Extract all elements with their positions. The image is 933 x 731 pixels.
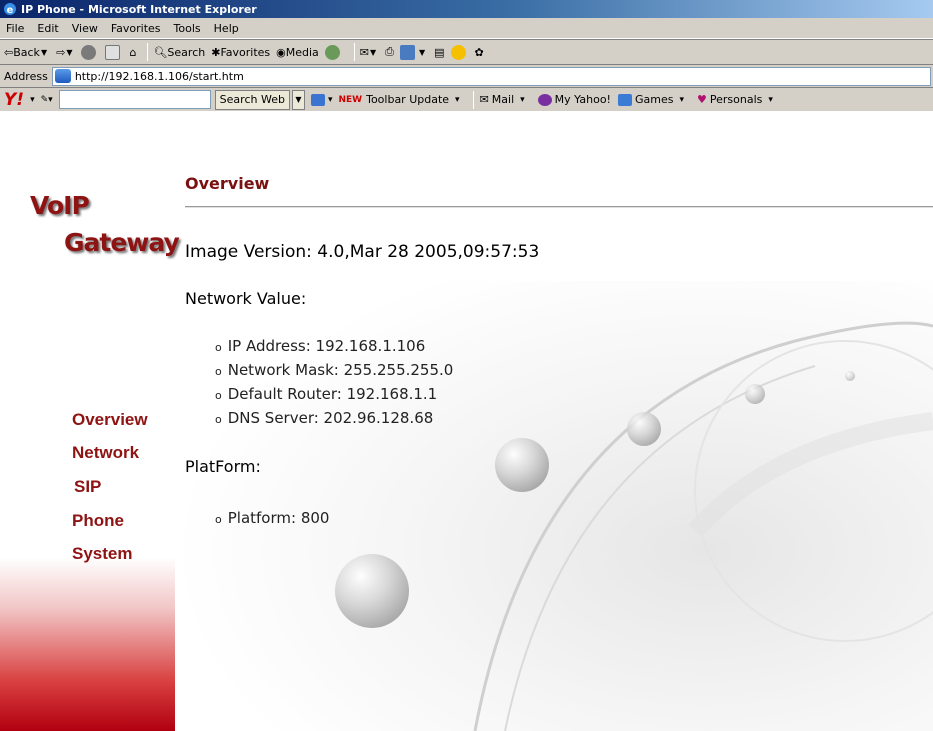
- search-button[interactable]: 🔍︎ Search: [153, 46, 205, 59]
- refresh-icon: [105, 44, 121, 60]
- pencil-icon[interactable]: ✎▾: [41, 95, 53, 105]
- address-label: Address: [4, 69, 48, 83]
- toolbar-separator: [147, 43, 149, 61]
- menu-favorites[interactable]: Favorites: [111, 22, 161, 35]
- history-button[interactable]: [324, 44, 343, 60]
- chevron-down-icon: ▼: [40, 47, 48, 57]
- favorites-button[interactable]: ✱ Favorites: [211, 46, 270, 59]
- yahoo-logo-icon[interactable]: Y!: [4, 90, 24, 110]
- platform-list: o Platform: 800: [215, 506, 329, 530]
- menu-bar: File Edit View Favorites Tools Help: [0, 18, 933, 39]
- chevron-down-icon: ▾: [768, 94, 773, 105]
- layout-icon: [310, 93, 325, 106]
- forward-button[interactable]: ⇨ ▼: [56, 46, 75, 59]
- title-divider: [185, 206, 933, 208]
- toolbar-separator: [353, 43, 355, 61]
- toolbar-update-button[interactable]: ▾ NEW Toolbar Update ▾: [310, 93, 466, 106]
- navigation-toolbar: ⇦ Back ▼ ⇨ ▼ ⌂ 🔍︎ Search ✱ Favorites ◉ M…: [0, 39, 933, 64]
- chevron-down-icon: ▼: [370, 47, 377, 57]
- personals-button[interactable]: ♥ Personals ▾: [697, 93, 779, 106]
- menu-file[interactable]: File: [6, 22, 24, 35]
- mail-icon: ✉: [479, 93, 489, 106]
- chevron-down-icon[interactable]: ▾: [30, 95, 35, 105]
- chevron-down-icon: ▾: [327, 94, 333, 105]
- new-badge: NEW: [338, 94, 363, 105]
- mail-toolbar-button[interactable]: ✉ ▼: [360, 46, 379, 59]
- research-icon: ✿: [474, 45, 484, 59]
- home-button[interactable]: ⌂: [129, 46, 136, 59]
- menu-edit[interactable]: Edit: [37, 22, 58, 35]
- svg-text:e: e: [7, 5, 14, 16]
- mail-icon: ✉: [359, 45, 370, 59]
- history-icon: [324, 44, 340, 60]
- address-input[interactable]: http://192.168.1.106/start.htm: [51, 66, 931, 86]
- brand-gateway: Gateway: [64, 228, 180, 257]
- menu-help[interactable]: Help: [214, 22, 239, 35]
- page-content: VoIP Gateway Overview Network SIP Phone …: [0, 111, 933, 731]
- left-navigation-frame: VoIP Gateway Overview Network SIP Phone …: [0, 111, 180, 731]
- chevron-down-icon: ▾: [679, 94, 684, 105]
- home-icon: ⌂: [129, 45, 137, 59]
- yahoo-mail-button[interactable]: ✉ Mail ▾: [480, 93, 531, 106]
- network-values-list: o IP Address: 192.168.1.106 o Network Mask…: [215, 334, 453, 430]
- list-item-ip-address: o IP Address: 192.168.1.106: [215, 337, 426, 355]
- discuss-button[interactable]: ▤: [434, 46, 444, 59]
- main-frame: Overview Image Version: 4.0,Mar 28 2005,…: [175, 111, 933, 731]
- address-url: http://192.168.1.106/start.htm: [74, 69, 244, 83]
- search-web-button[interactable]: Search Web: [214, 89, 290, 110]
- print-button[interactable]: ⎙: [385, 45, 394, 59]
- chevron-down-icon: ▼: [66, 47, 73, 57]
- nav-link-system[interactable]: System: [72, 544, 132, 564]
- nav-link-overview[interactable]: Overview: [72, 410, 148, 430]
- nav-link-network[interactable]: Network: [72, 443, 139, 463]
- back-button[interactable]: ⇦ Back ▼: [4, 46, 50, 59]
- edit-button[interactable]: ▼: [399, 44, 428, 60]
- printer-icon: ⎙: [385, 45, 394, 58]
- chevron-down-icon: ▼: [418, 47, 426, 57]
- yahoo-search-input[interactable]: [58, 90, 211, 109]
- hearts-icon: ♥: [696, 93, 707, 106]
- games-button[interactable]: Games ▾: [617, 93, 690, 106]
- internet-explorer-icon: e: [4, 3, 16, 16]
- list-item-network-mask: o Network Mask: 255.255.255.0: [215, 361, 454, 379]
- forward-arrow-icon: ⇨: [56, 45, 66, 59]
- back-arrow-icon: ⇦: [4, 45, 14, 59]
- stop-button[interactable]: [81, 44, 99, 60]
- list-item-default-router: o Default Router: 192.168.1.1: [215, 385, 438, 403]
- toolbar-separator: [472, 90, 474, 109]
- window-title: IP Phone - Microsoft Internet Explorer: [21, 2, 257, 16]
- brand-voip: VoIP: [30, 191, 90, 220]
- smiley-icon: [450, 44, 466, 60]
- yahoo-toolbar: Y! ▾ ✎▾ Search Web ▼ ▾ NEW Toolbar Updat…: [0, 87, 933, 111]
- search-icon: 🔍︎: [153, 45, 168, 59]
- platform-heading: PlatForm:: [185, 457, 261, 476]
- my-yahoo-button[interactable]: My Yahoo!: [537, 93, 611, 106]
- chevron-down-icon: ▾: [520, 94, 525, 105]
- page-title: Overview: [185, 174, 270, 193]
- list-item-platform: o Platform: 800: [215, 509, 330, 527]
- page-icon: [54, 69, 71, 83]
- search-dropdown-button[interactable]: ▼: [291, 89, 305, 110]
- games-icon: [617, 93, 632, 106]
- chevron-down-icon: ▾: [455, 94, 460, 105]
- address-bar: Address http://192.168.1.106/start.htm: [0, 64, 933, 87]
- window-title-bar[interactable]: e IP Phone - Microsoft Internet Explorer: [0, 0, 933, 18]
- stop-icon: [81, 44, 97, 60]
- media-icon: ◉: [276, 45, 286, 59]
- my-yahoo-icon: [537, 93, 552, 106]
- media-button[interactable]: ◉ Media: [276, 46, 319, 59]
- refresh-button[interactable]: [105, 44, 123, 60]
- edit-icon: [399, 44, 415, 60]
- messenger-button[interactable]: [450, 44, 469, 60]
- network-value-heading: Network Value:: [185, 289, 307, 308]
- document-icon: ▤: [434, 45, 445, 59]
- star-icon: ✱: [211, 45, 221, 59]
- menu-view[interactable]: View: [72, 22, 98, 35]
- list-item-dns-server: o DNS Server: 202.96.128.68: [215, 409, 434, 427]
- research-button[interactable]: ✿: [475, 46, 484, 59]
- nav-link-sip[interactable]: SIP: [74, 477, 101, 497]
- image-version-text: Image Version: 4.0,Mar 28 2005,09:57:53: [185, 242, 540, 262]
- nav-link-phone[interactable]: Phone: [72, 511, 124, 531]
- menu-tools[interactable]: Tools: [174, 22, 201, 35]
